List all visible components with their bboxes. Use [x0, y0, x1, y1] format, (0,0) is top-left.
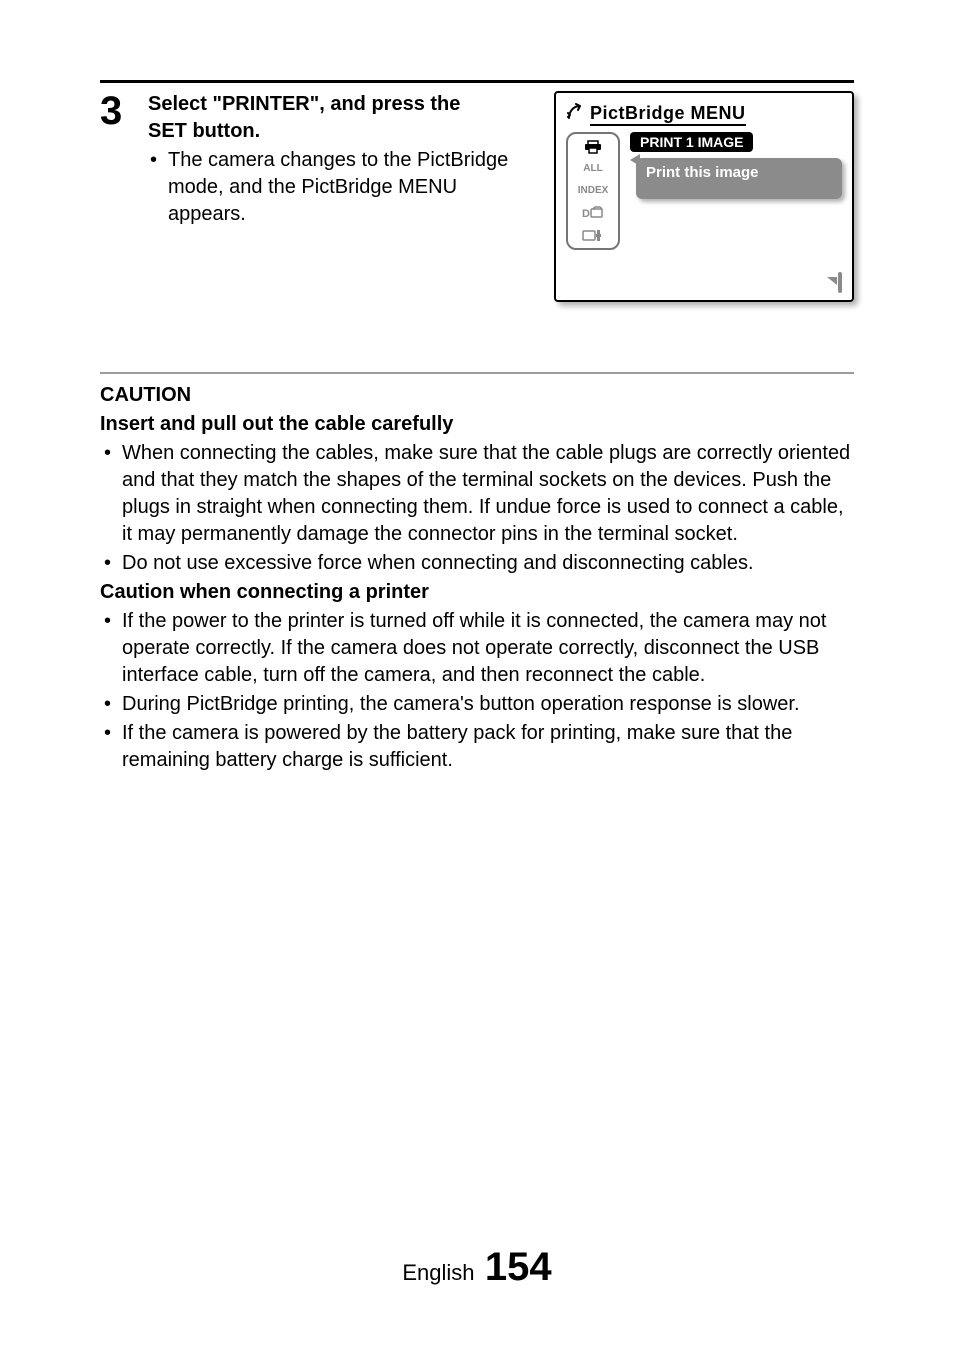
page-footer: English 154: [0, 1245, 954, 1290]
top-rule: [100, 80, 854, 83]
screen-tab-column: ALL INDEX D: [566, 132, 620, 250]
menu-stack: PRINT 1 IMAGE Print this image: [630, 132, 842, 199]
screen-body: ALL INDEX D: [566, 132, 842, 250]
settings-icon: [582, 226, 604, 244]
caution-list-2: If the power to the printer is turned of…: [100, 608, 854, 774]
caution-heading: CAUTION: [100, 382, 854, 409]
svg-text:D: D: [582, 208, 590, 220]
step-title-line2: SET button.: [148, 120, 260, 142]
caution-bullet: If the power to the printer is turned of…: [100, 608, 854, 689]
footer-language: English: [402, 1260, 474, 1285]
screen-footer: [566, 274, 842, 292]
step-substep: The camera changes to the PictBridge mod…: [148, 147, 530, 228]
step-title: Select "PRINTER", and press the SET butt…: [148, 91, 530, 145]
step-text: Select "PRINTER", and press the SET butt…: [148, 91, 530, 228]
step-title-line1: Select "PRINTER", and press the: [148, 93, 460, 115]
caution-bullet: During PictBridge printing, the camera's…: [100, 691, 854, 718]
caution-subheading-2: Caution when connecting a printer: [100, 579, 854, 606]
screen-title-row: PictBridge MENU: [566, 103, 842, 126]
printer-icon: [584, 138, 602, 156]
camera-screen: PictBridge MENU ALL INDEX D: [554, 91, 854, 302]
section-rule: [100, 372, 854, 374]
camera-screen-frame: PictBridge MENU ALL INDEX D: [554, 91, 854, 302]
tab-all: ALL: [583, 160, 602, 178]
menu-tooltip: Print this image: [636, 158, 842, 199]
step-3: 3 Select "PRINTER", and press the SET bu…: [100, 91, 854, 302]
step-body: Select "PRINTER", and press the SET butt…: [148, 91, 854, 302]
tab-d: D: [582, 204, 604, 222]
caution-section: CAUTION Insert and pull out the cable ca…: [100, 382, 854, 774]
caution-list-1: When connecting the cables, make sure th…: [100, 440, 854, 577]
step-number: 3: [100, 91, 130, 131]
pictbridge-logo-icon: [566, 103, 584, 126]
caution-bullet: When connecting the cables, make sure th…: [100, 440, 854, 548]
screen-title: PictBridge MENU: [590, 103, 746, 126]
footer-page-number: 154: [485, 1245, 552, 1289]
caution-bullet: If the camera is powered by the battery …: [100, 720, 854, 774]
caution-bullet: Do not use excessive force when connecti…: [100, 550, 854, 577]
battery-icon: [838, 274, 842, 292]
tab-index: INDEX: [578, 182, 609, 200]
step-substep-text: The camera changes to the PictBridge mod…: [168, 149, 508, 225]
document-page: 3 Select "PRINTER", and press the SET bu…: [0, 0, 954, 1345]
caution-subheading-1: Insert and pull out the cable carefully: [100, 411, 854, 438]
menu-highlight: PRINT 1 IMAGE: [630, 132, 753, 152]
